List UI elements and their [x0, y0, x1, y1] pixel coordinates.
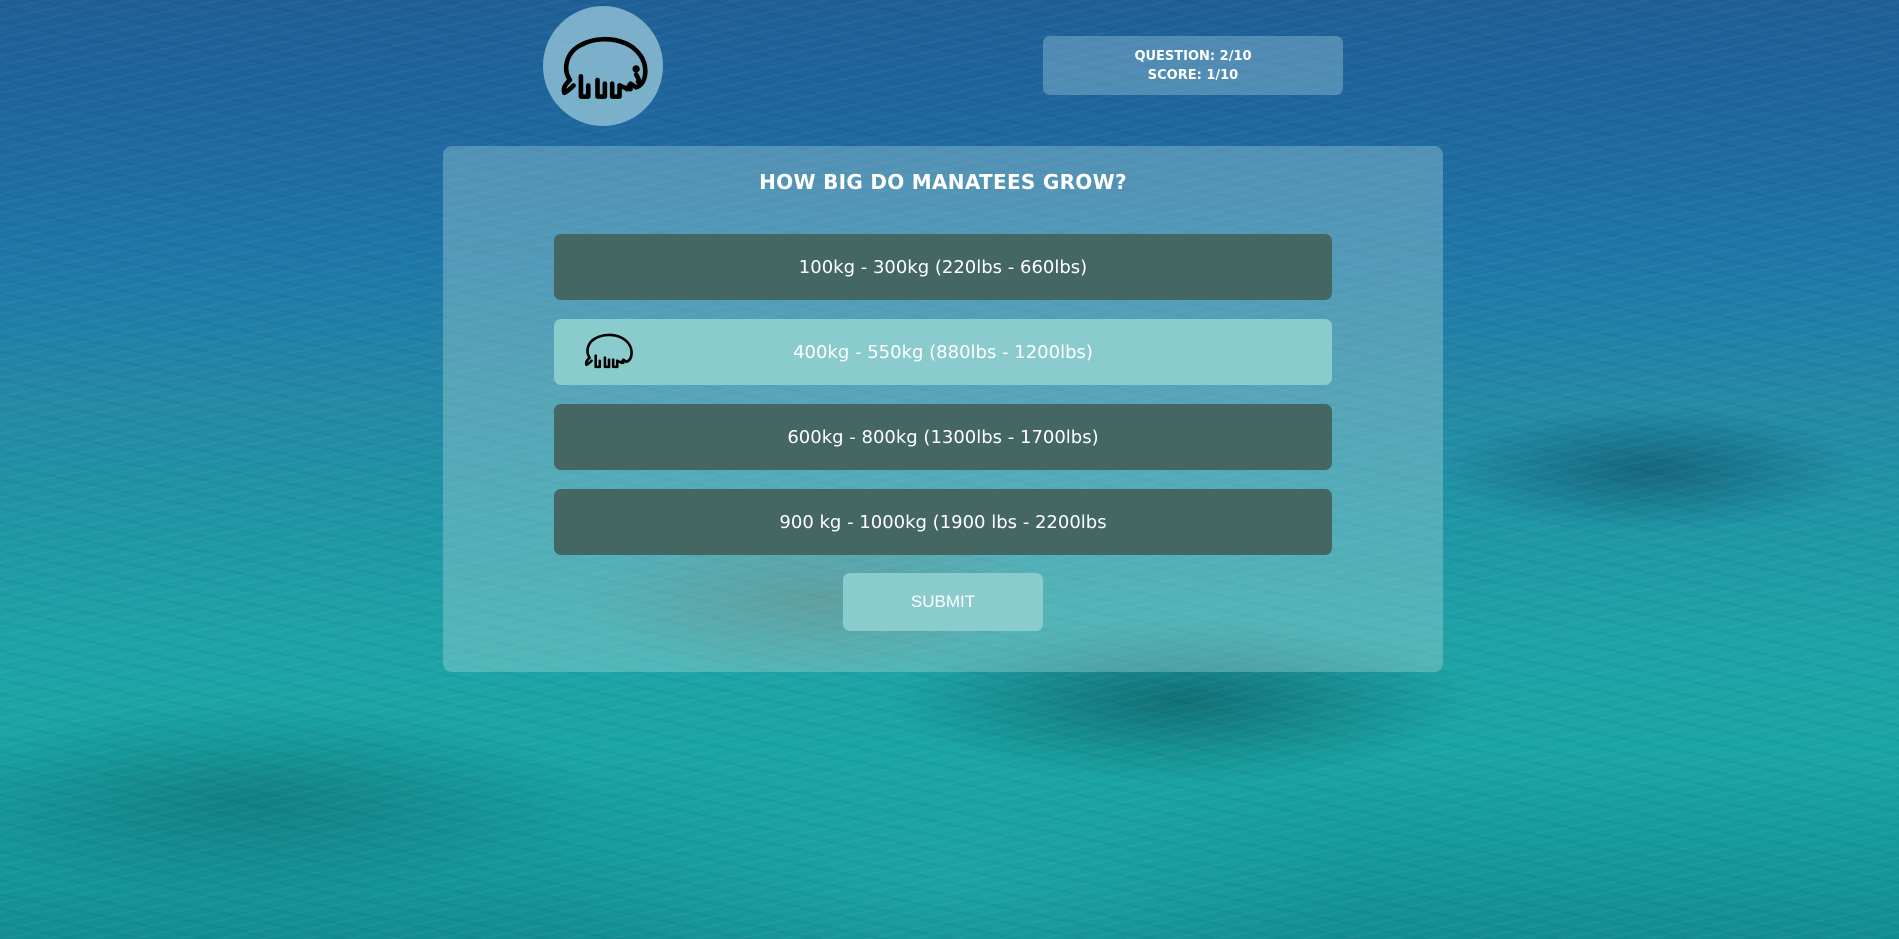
answer-label: 900 kg - 1000kg (1900 lbs - 2200lbs — [779, 511, 1107, 533]
logo — [543, 6, 663, 126]
answer-label: 400kg - 550kg (880lbs - 1200lbs) — [793, 341, 1093, 363]
quiz-page: QUESTION: 2/10 SCORE: 1/10 HOW BIG DO MA… — [0, 0, 1899, 939]
manatee-icon — [561, 36, 648, 99]
answer-option-4[interactable]: 900 kg - 1000kg (1900 lbs - 2200lbs — [554, 489, 1332, 555]
quiz-status-panel: QUESTION: 2/10 SCORE: 1/10 — [1043, 36, 1343, 95]
answer-label: 600kg - 800kg (1300lbs - 1700lbs) — [787, 426, 1099, 448]
question-counter: QUESTION: 2/10 — [1134, 48, 1252, 64]
answer-option-3[interactable]: 600kg - 800kg (1300lbs - 1700lbs) — [554, 404, 1332, 470]
manatee-icon — [584, 333, 633, 369]
score-counter: SCORE: 1/10 — [1147, 67, 1239, 83]
answer-option-2[interactable]: 400kg - 550kg (880lbs - 1200lbs) — [554, 319, 1332, 385]
question-text: HOW BIG DO MANATEES GROW? — [759, 170, 1127, 194]
question-card: HOW BIG DO MANATEES GROW? 100kg - 300kg … — [443, 146, 1443, 672]
answer-label: 100kg - 300kg (220lbs - 660lbs) — [798, 256, 1088, 278]
submit-button[interactable]: SUBMIT — [843, 573, 1043, 631]
answer-option-1[interactable]: 100kg - 300kg (220lbs - 660lbs) — [554, 234, 1332, 300]
